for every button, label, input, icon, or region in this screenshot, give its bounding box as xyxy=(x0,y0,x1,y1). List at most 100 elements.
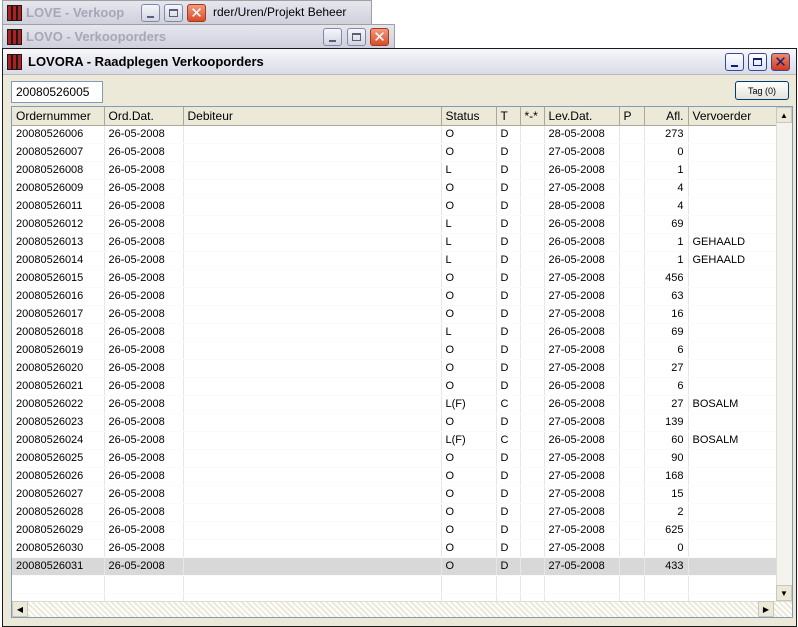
orders-grid[interactable]: Ordernummer Ord.Dat. Debiteur Status T *-* Lev… xyxy=(11,106,793,618)
cell-flag xyxy=(520,341,545,360)
maximize-button[interactable] xyxy=(347,28,366,46)
title-bar[interactable]: LOVORA - Raadplegen Verkooporders ✕ xyxy=(3,49,796,75)
cell-debiteur xyxy=(183,251,442,270)
cell-flag xyxy=(520,323,545,342)
table-row[interactable]: 20080526009 26-05-2008 O D 27-05-2008 4 xyxy=(12,179,778,198)
table-row[interactable]: 20080526022 26-05-2008 L(F) C 26-05-2008 27 BO… xyxy=(12,395,778,414)
minimize-button[interactable] xyxy=(323,28,342,46)
cell-status: L(F) xyxy=(441,395,497,414)
arrow-down-icon: ▼ xyxy=(780,588,788,598)
maximize-button[interactable] xyxy=(164,4,183,22)
cell-debiteur xyxy=(183,143,442,162)
table-row[interactable]: 20080526020 26-05-2008 O D 27-05-2008 27 xyxy=(12,359,778,378)
cell-status: O xyxy=(441,359,497,378)
table-row[interactable]: 20080526015 26-05-2008 O D 27-05-2008 456 xyxy=(12,269,778,288)
scroll-right-button[interactable]: ▶ xyxy=(758,601,774,617)
column-header-debiteur[interactable]: Debiteur xyxy=(183,107,442,126)
table-row[interactable]: 20080526013 26-05-2008 L D 26-05-2008 1 GEHAAL… xyxy=(12,233,778,252)
column-header-lev-dat[interactable]: Lev.Dat. xyxy=(544,107,620,126)
table-row[interactable]: 20080526018 26-05-2008 L D 26-05-2008 69 xyxy=(12,323,778,342)
table-row[interactable]: 20080526007 26-05-2008 O D 27-05-2008 0 xyxy=(12,143,778,162)
cell-ord-dat: 26-05-2008 xyxy=(104,269,184,288)
scroll-up-button[interactable]: ▲ xyxy=(776,107,792,123)
cell-flag xyxy=(520,449,545,468)
cell-p xyxy=(619,395,645,414)
cell-t: D xyxy=(496,179,521,198)
cell-ord-dat: 26-05-2008 xyxy=(104,251,184,270)
table-row[interactable]: 20080526012 26-05-2008 L D 26-05-2008 69 xyxy=(12,215,778,234)
cell-status: L xyxy=(441,215,497,234)
empty-cell xyxy=(104,575,184,594)
column-header-status[interactable]: Status xyxy=(441,107,497,126)
cell-vervoerder xyxy=(688,467,778,486)
cell-t: D xyxy=(496,161,521,180)
cell-t: D xyxy=(496,539,521,558)
cell-ordernummer: 20080526017 xyxy=(12,305,105,324)
cell-ordernummer: 20080526008 xyxy=(12,161,105,180)
cell-t: D xyxy=(496,197,521,216)
column-header-ord-dat[interactable]: Ord.Dat. xyxy=(104,107,184,126)
table-row[interactable]: 20080526016 26-05-2008 O D 27-05-2008 63 xyxy=(12,287,778,306)
behind-window-title: rder/Uren/Projekt Beheer xyxy=(213,5,347,19)
maximize-button[interactable] xyxy=(748,53,767,71)
cell-p xyxy=(619,233,645,252)
cell-t: C xyxy=(496,431,521,450)
cell-lev-dat: 27-05-2008 xyxy=(544,143,620,162)
cell-status: O xyxy=(441,413,497,432)
table-row[interactable]: 20080526029 26-05-2008 O D 27-05-2008 625 xyxy=(12,521,778,540)
table-row[interactable]: 20080526014 26-05-2008 L D 26-05-2008 1 GEHAAL… xyxy=(12,251,778,270)
table-row[interactable]: 20080526019 26-05-2008 O D 27-05-2008 6 xyxy=(12,341,778,360)
title-bar[interactable]: LOVO - Verkooporders ✕ xyxy=(3,25,394,48)
table-row[interactable]: 20080526008 26-05-2008 L D 26-05-2008 1 xyxy=(12,161,778,180)
column-header-t[interactable]: T xyxy=(496,107,521,126)
column-header-vervoerder[interactable]: Vervoerder xyxy=(688,107,778,126)
minimize-button[interactable] xyxy=(141,4,160,22)
close-button[interactable]: ✕ xyxy=(771,53,790,71)
cell-ordernummer: 20080526018 xyxy=(12,323,105,342)
title-bar[interactable]: LOVE - Verkoop rder/Uren/Projekt Beheer … xyxy=(3,1,371,24)
cell-lev-dat: 26-05-2008 xyxy=(544,215,620,234)
cell-lev-dat: 26-05-2008 xyxy=(544,395,620,414)
scroll-left-button[interactable]: ◀ xyxy=(12,601,28,617)
scroll-down-button[interactable]: ▼ xyxy=(776,585,792,601)
column-header-afl[interactable]: Afl. xyxy=(644,107,689,126)
cell-afl: 69 xyxy=(644,323,689,342)
table-row[interactable]: 20080526024 26-05-2008 L(F) C 26-05-2008 60 BO… xyxy=(12,431,778,450)
cell-vervoerder xyxy=(688,197,778,216)
table-row[interactable]: 20080526017 26-05-2008 O D 27-05-2008 16 xyxy=(12,305,778,324)
cell-lev-dat: 27-05-2008 xyxy=(544,557,620,576)
table-row[interactable]: 20080526011 26-05-2008 O D 28-05-2008 4 xyxy=(12,197,778,216)
table-row[interactable]: 20080526006 26-05-2008 O D 28-05-2008 273 xyxy=(12,125,778,144)
horizontal-scrollbar[interactable]: ◀ ▶ xyxy=(12,601,792,617)
main-window[interactable]: LOVORA - Raadplegen Verkooporders ✕ Tag … xyxy=(2,48,797,627)
cell-p xyxy=(619,467,645,486)
table-row[interactable]: 20080526025 26-05-2008 O D 27-05-2008 90 xyxy=(12,449,778,468)
cell-lev-dat: 27-05-2008 xyxy=(544,467,620,486)
table-row[interactable]: 20080526021 26-05-2008 O D 26-05-2008 6 xyxy=(12,377,778,396)
cell-t: C xyxy=(496,395,521,414)
column-header-p[interactable]: P xyxy=(619,107,645,126)
cell-afl: 625 xyxy=(644,521,689,540)
window-title: LOVORA - Raadplegen Verkooporders xyxy=(28,54,264,69)
maximize-icon xyxy=(169,9,178,17)
order-number-input[interactable] xyxy=(11,81,103,103)
vertical-scrollbar[interactable]: ▲ ▼ xyxy=(776,107,792,601)
cell-afl: 15 xyxy=(644,485,689,504)
cell-ordernummer: 20080526031 xyxy=(12,557,105,576)
cell-afl: 168 xyxy=(644,467,689,486)
minimize-button[interactable] xyxy=(725,53,744,71)
cell-debiteur xyxy=(183,521,442,540)
column-header-flag[interactable]: *-* xyxy=(520,107,545,126)
table-row[interactable]: 20080526031 26-05-2008 O D 27-05-2008 433 xyxy=(12,557,778,576)
maximize-icon xyxy=(753,58,762,66)
column-header-ordernummer[interactable]: Ordernummer xyxy=(12,107,105,126)
table-row[interactable]: 20080526026 26-05-2008 O D 27-05-2008 168 xyxy=(12,467,778,486)
close-button[interactable]: ✕ xyxy=(370,28,389,46)
tag-button[interactable]: Tag (0) xyxy=(735,81,789,100)
table-row[interactable]: 20080526028 26-05-2008 O D 27-05-2008 2 xyxy=(12,503,778,522)
cell-debiteur xyxy=(183,449,442,468)
table-row[interactable]: 20080526027 26-05-2008 O D 27-05-2008 15 xyxy=(12,485,778,504)
table-row[interactable]: 20080526030 26-05-2008 O D 27-05-2008 0 xyxy=(12,539,778,558)
table-row[interactable]: 20080526023 26-05-2008 O D 27-05-2008 139 xyxy=(12,413,778,432)
close-button[interactable]: ✕ xyxy=(187,4,206,22)
